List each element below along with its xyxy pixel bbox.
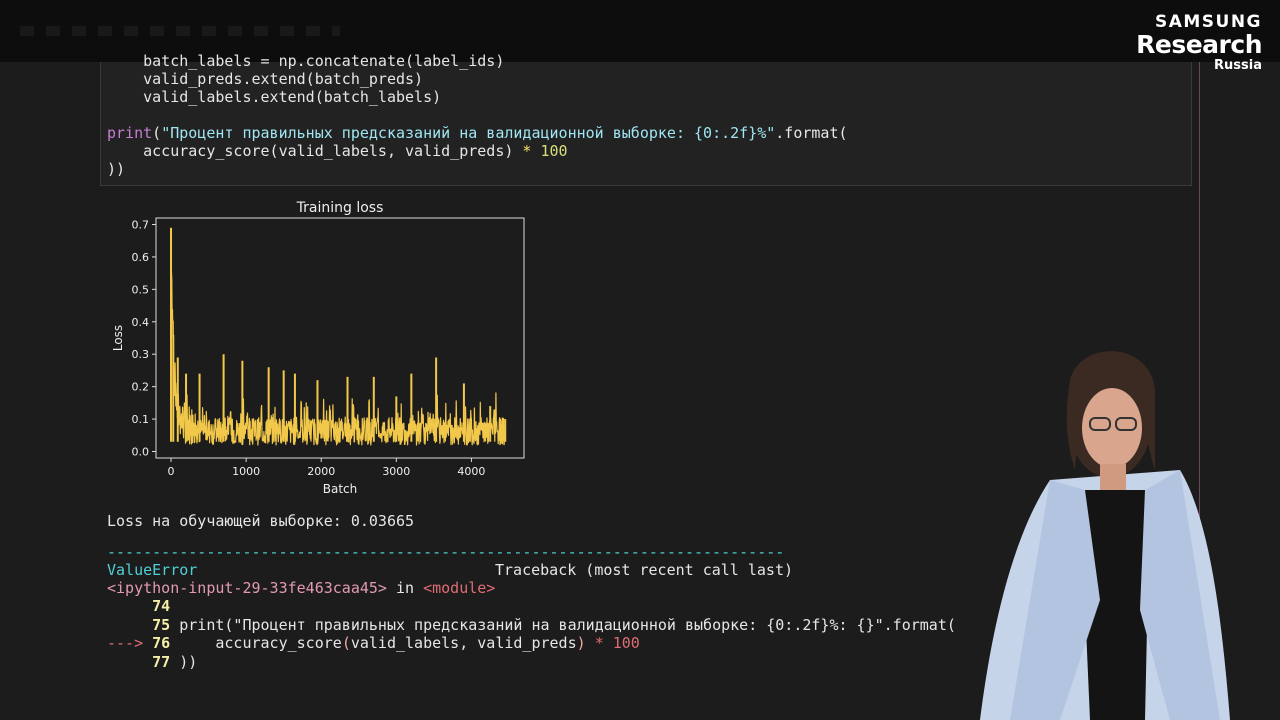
code-line-2: valid_preds.extend(batch_preds) (107, 70, 424, 88)
error-name: ValueError (107, 561, 198, 579)
traceback-line-74: 74 (152, 597, 171, 615)
y-tick-label-3: 0.3 (132, 348, 150, 361)
logo-name: Research (1136, 30, 1262, 59)
traceback-line-77: 77 )) (152, 652, 198, 671)
x-tick-label-0: 0 (168, 465, 175, 478)
code-cell[interactable]: batch_labels = np.concatenate(label_ids)… (100, 52, 1192, 186)
y-tick-label-7: 0.7 (132, 218, 150, 231)
input-ref: <ipython-input-29-33fe463caa45> (107, 579, 387, 597)
chart-svg: Training loss Batch Loss 0 1000 2000 3000 4000 0… (111, 200, 525, 496)
y-tick-label-4: 0.4 (132, 316, 150, 329)
code-line-print: print("Процент правильных предсказаний н… (107, 124, 848, 142)
code-line-accuracy: accuracy_score(valid_labels, valid_preds… (107, 142, 568, 160)
traceback-location: <ipython-input-29-33fe463caa45> in <modu… (107, 579, 495, 597)
traceback-header: Traceback (most recent call last) (495, 561, 794, 579)
presenter-figure (980, 351, 1230, 720)
x-tick-label-2: 2000 (307, 465, 335, 478)
chart-title: Training loss (296, 200, 384, 216)
code-line-close: )) (107, 160, 126, 178)
y-tick-label-6: 0.6 (132, 251, 150, 264)
module-ref: <module> (423, 579, 496, 597)
x-tick-label-4: 4000 (457, 465, 485, 478)
code-line-1: batch_labels = np.concatenate(label_ids) (107, 52, 505, 70)
loss-output-line: Loss на обучающей выборке: 0.03665 (107, 512, 415, 530)
traceback-header-line: ValueError Traceback (most recent call la… (107, 561, 793, 579)
traceback-line-75: 75 print("Процент правильных предсказани… (152, 615, 956, 634)
code-line-3: valid_labels.extend(batch_labels) (107, 88, 442, 106)
logo-brand: SAMSUNG (1154, 12, 1262, 32)
y-tick-label-5: 0.5 (132, 283, 150, 296)
traceback-separator: ----------------------------------------… (107, 543, 785, 561)
traceback-line-76: ---> 76 accuracy_score(valid_labels, val… (107, 634, 640, 652)
loss-series-line (170, 229, 506, 446)
chart-y-label: Loss (111, 325, 125, 351)
x-tick-label-3: 3000 (382, 465, 410, 478)
y-tick-label-1: 0.1 (132, 413, 150, 426)
chart-x-label: Batch (323, 482, 358, 496)
blurred-toolbar (20, 26, 340, 36)
y-tick-label-2: 0.2 (132, 381, 150, 394)
in-word: in (386, 579, 424, 597)
x-tick-label-1: 1000 (232, 465, 260, 478)
y-tick-label-0: 0.0 (132, 446, 150, 459)
training-loss-chart: Training loss Batch Loss 0 1000 2000 3000 4000 0… (104, 196, 534, 496)
